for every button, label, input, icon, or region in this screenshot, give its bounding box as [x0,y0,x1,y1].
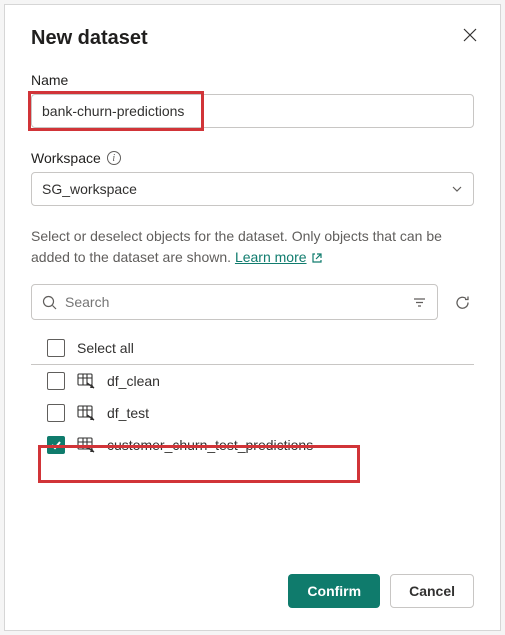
table-icon [77,436,95,454]
search-input[interactable] [65,294,404,310]
dialog-footer: Confirm Cancel [31,556,474,608]
select-all-label: Select all [77,340,134,356]
list-item[interactable]: df_test [31,397,474,429]
learn-more-text: Learn more [235,247,307,268]
search-box[interactable] [31,284,438,320]
table-icon [77,372,95,390]
refresh-button[interactable] [450,290,474,314]
select-all-checkbox[interactable] [47,339,65,357]
info-icon[interactable]: i [107,151,121,165]
workspace-label-text: Workspace [31,150,101,166]
item-checkbox[interactable] [47,404,65,422]
table-icon [77,404,95,422]
external-link-icon [311,252,323,264]
cancel-button[interactable]: Cancel [390,574,474,608]
name-input[interactable] [31,94,474,128]
item-checkbox[interactable] [47,436,65,454]
refresh-icon [454,294,471,311]
item-label: df_clean [107,373,160,389]
check-icon [50,439,62,451]
close-icon [463,28,477,42]
select-all-row[interactable]: Select all [31,332,474,364]
workspace-label: Workspace i [31,150,474,166]
list-item[interactable]: df_clean [31,365,474,397]
workspace-select[interactable]: SG_workspace [31,172,474,206]
item-label: df_test [107,405,149,421]
search-icon [42,295,57,310]
chevron-down-icon [451,183,463,195]
list-item[interactable]: customer_churn_test_predictions [31,429,474,461]
name-label: Name [31,72,474,88]
workspace-value: SG_workspace [42,181,137,197]
item-checkbox[interactable] [47,372,65,390]
filter-icon[interactable] [412,295,427,310]
helper-text: Select or deselect objects for the datas… [31,226,474,268]
item-label: customer_churn_test_predictions [107,437,313,453]
close-button[interactable] [460,25,480,45]
object-list: Select all df_clean df_test customer_chu… [31,332,474,461]
confirm-button[interactable]: Confirm [288,574,380,608]
new-dataset-dialog: New dataset Name Workspace i SG_workspac… [4,4,501,631]
learn-more-link[interactable]: Learn more [235,247,323,268]
dialog-title: New dataset [31,27,474,50]
